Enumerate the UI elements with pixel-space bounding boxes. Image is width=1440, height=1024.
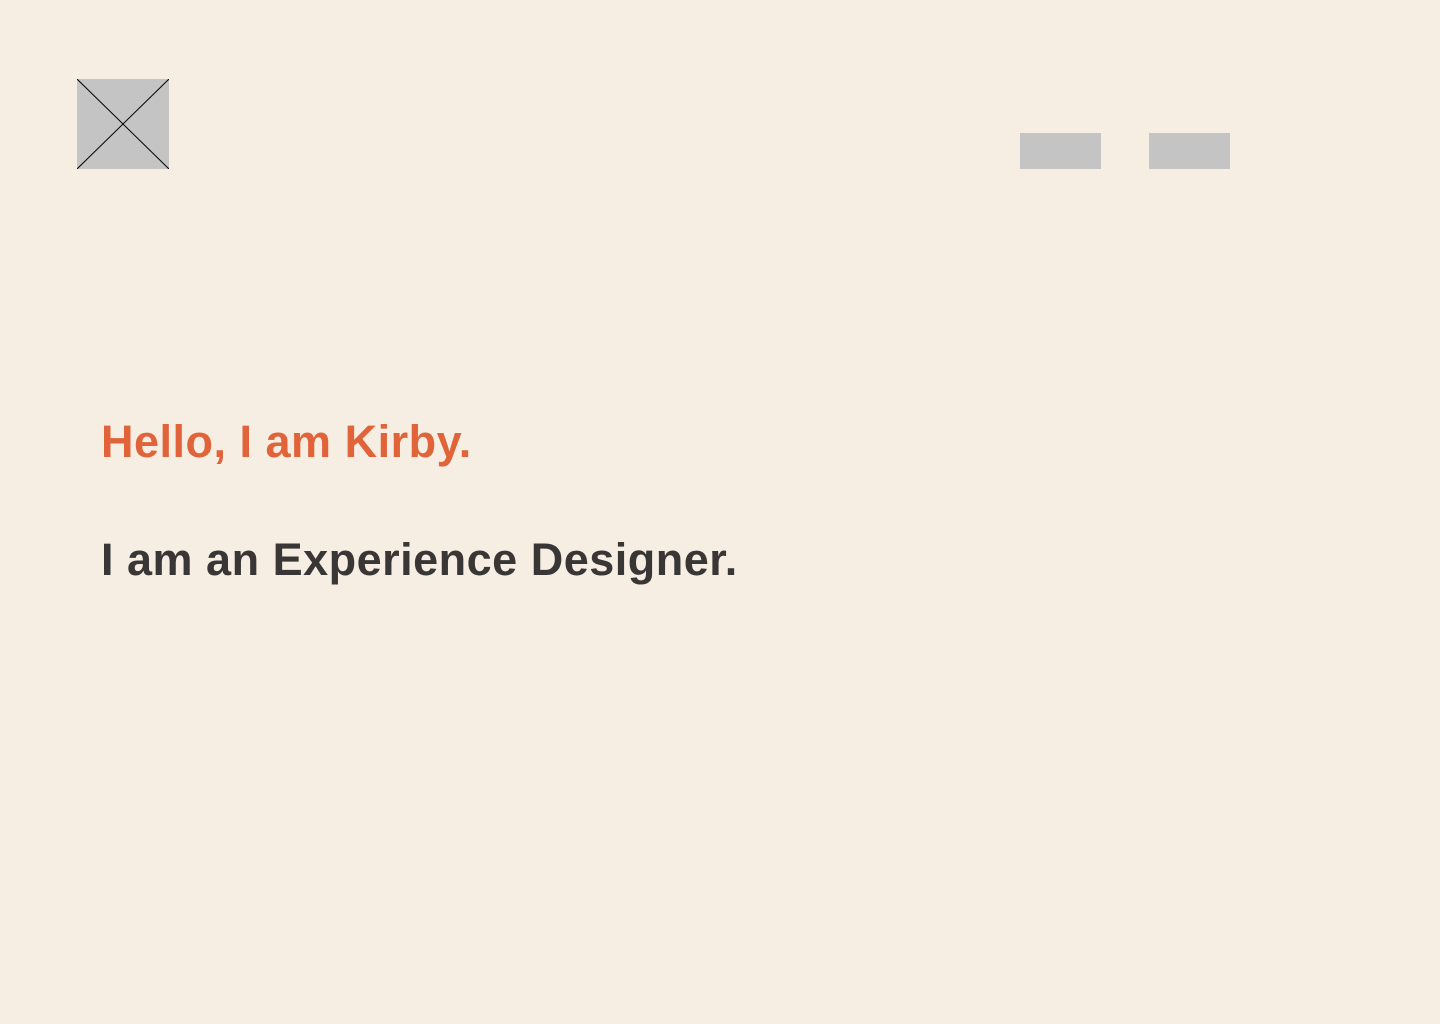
hero-greeting: Hello, I am Kirby. — [101, 416, 472, 467]
nav-item-placeholder-2[interactable] — [1149, 133, 1230, 169]
image-placeholder-icon — [77, 79, 169, 169]
hero-role: I am an Experience Designer. — [101, 534, 738, 585]
nav-item-placeholder-1[interactable] — [1020, 133, 1101, 169]
logo-placeholder-icon[interactable] — [77, 79, 169, 169]
